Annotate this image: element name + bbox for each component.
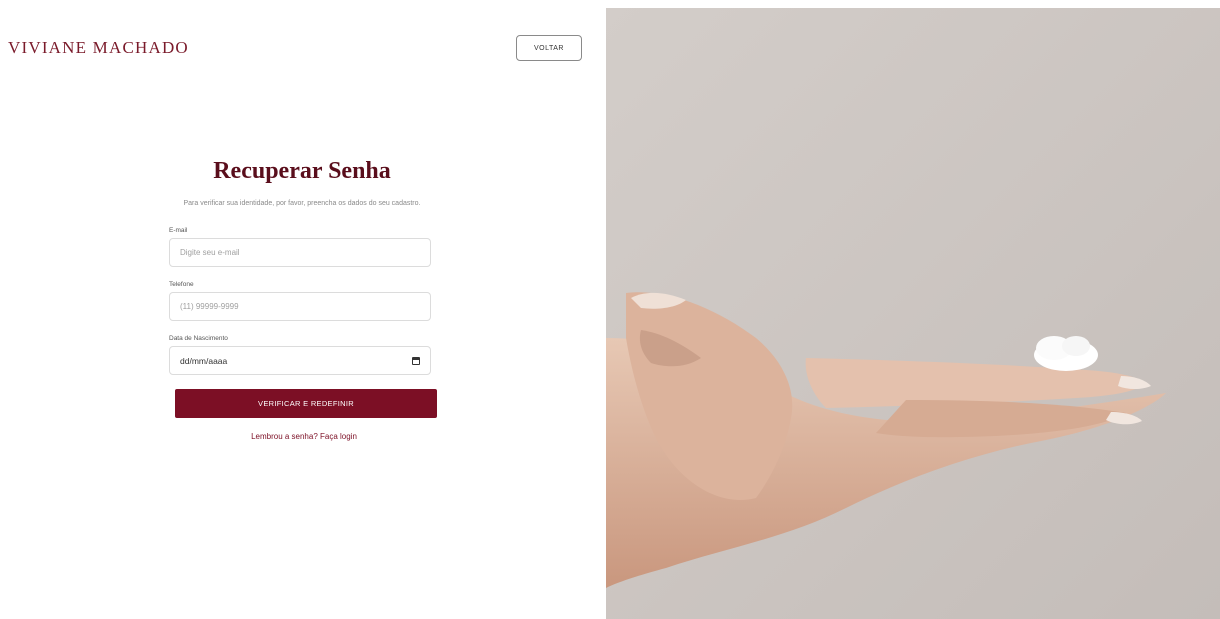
verify-reset-button[interactable]: VERIFICAR E REDEFINIR <box>175 389 437 418</box>
phone-field-container <box>169 292 431 321</box>
email-label: E-mail <box>169 227 188 234</box>
login-prompt-line: Lembrou a senha? Faça login <box>170 432 438 441</box>
login-link[interactable]: Faça login <box>320 432 357 441</box>
login-panel: VIVIANE MACHADO VOLTAR Recuperar Senha P… <box>0 0 600 619</box>
form-description: Para verificar sua identidade, por favor… <box>183 200 421 207</box>
birthdate-value: dd/mm/aaaa <box>180 355 228 366</box>
phone-label: Telefone <box>169 281 194 288</box>
hand-with-cream-image <box>606 8 1220 619</box>
phone-input[interactable] <box>180 302 420 311</box>
email-field-container <box>169 238 431 267</box>
birthdate-input[interactable]: dd/mm/aaaa <box>169 346 431 375</box>
login-prompt-text: Lembrou a senha? <box>251 432 318 441</box>
hero-photo <box>606 8 1220 619</box>
recover-password-form: Recuperar Senha Para verificar sua ident… <box>166 158 438 441</box>
birthdate-label: Data de Nascimento <box>169 335 228 342</box>
back-button[interactable]: VOLTAR <box>516 35 582 61</box>
brand-logo[interactable]: VIVIANE MACHADO <box>8 38 189 58</box>
calendar-icon[interactable] <box>411 357 420 365</box>
page-title: Recuperar Senha <box>213 158 391 184</box>
email-input[interactable] <box>180 248 420 257</box>
